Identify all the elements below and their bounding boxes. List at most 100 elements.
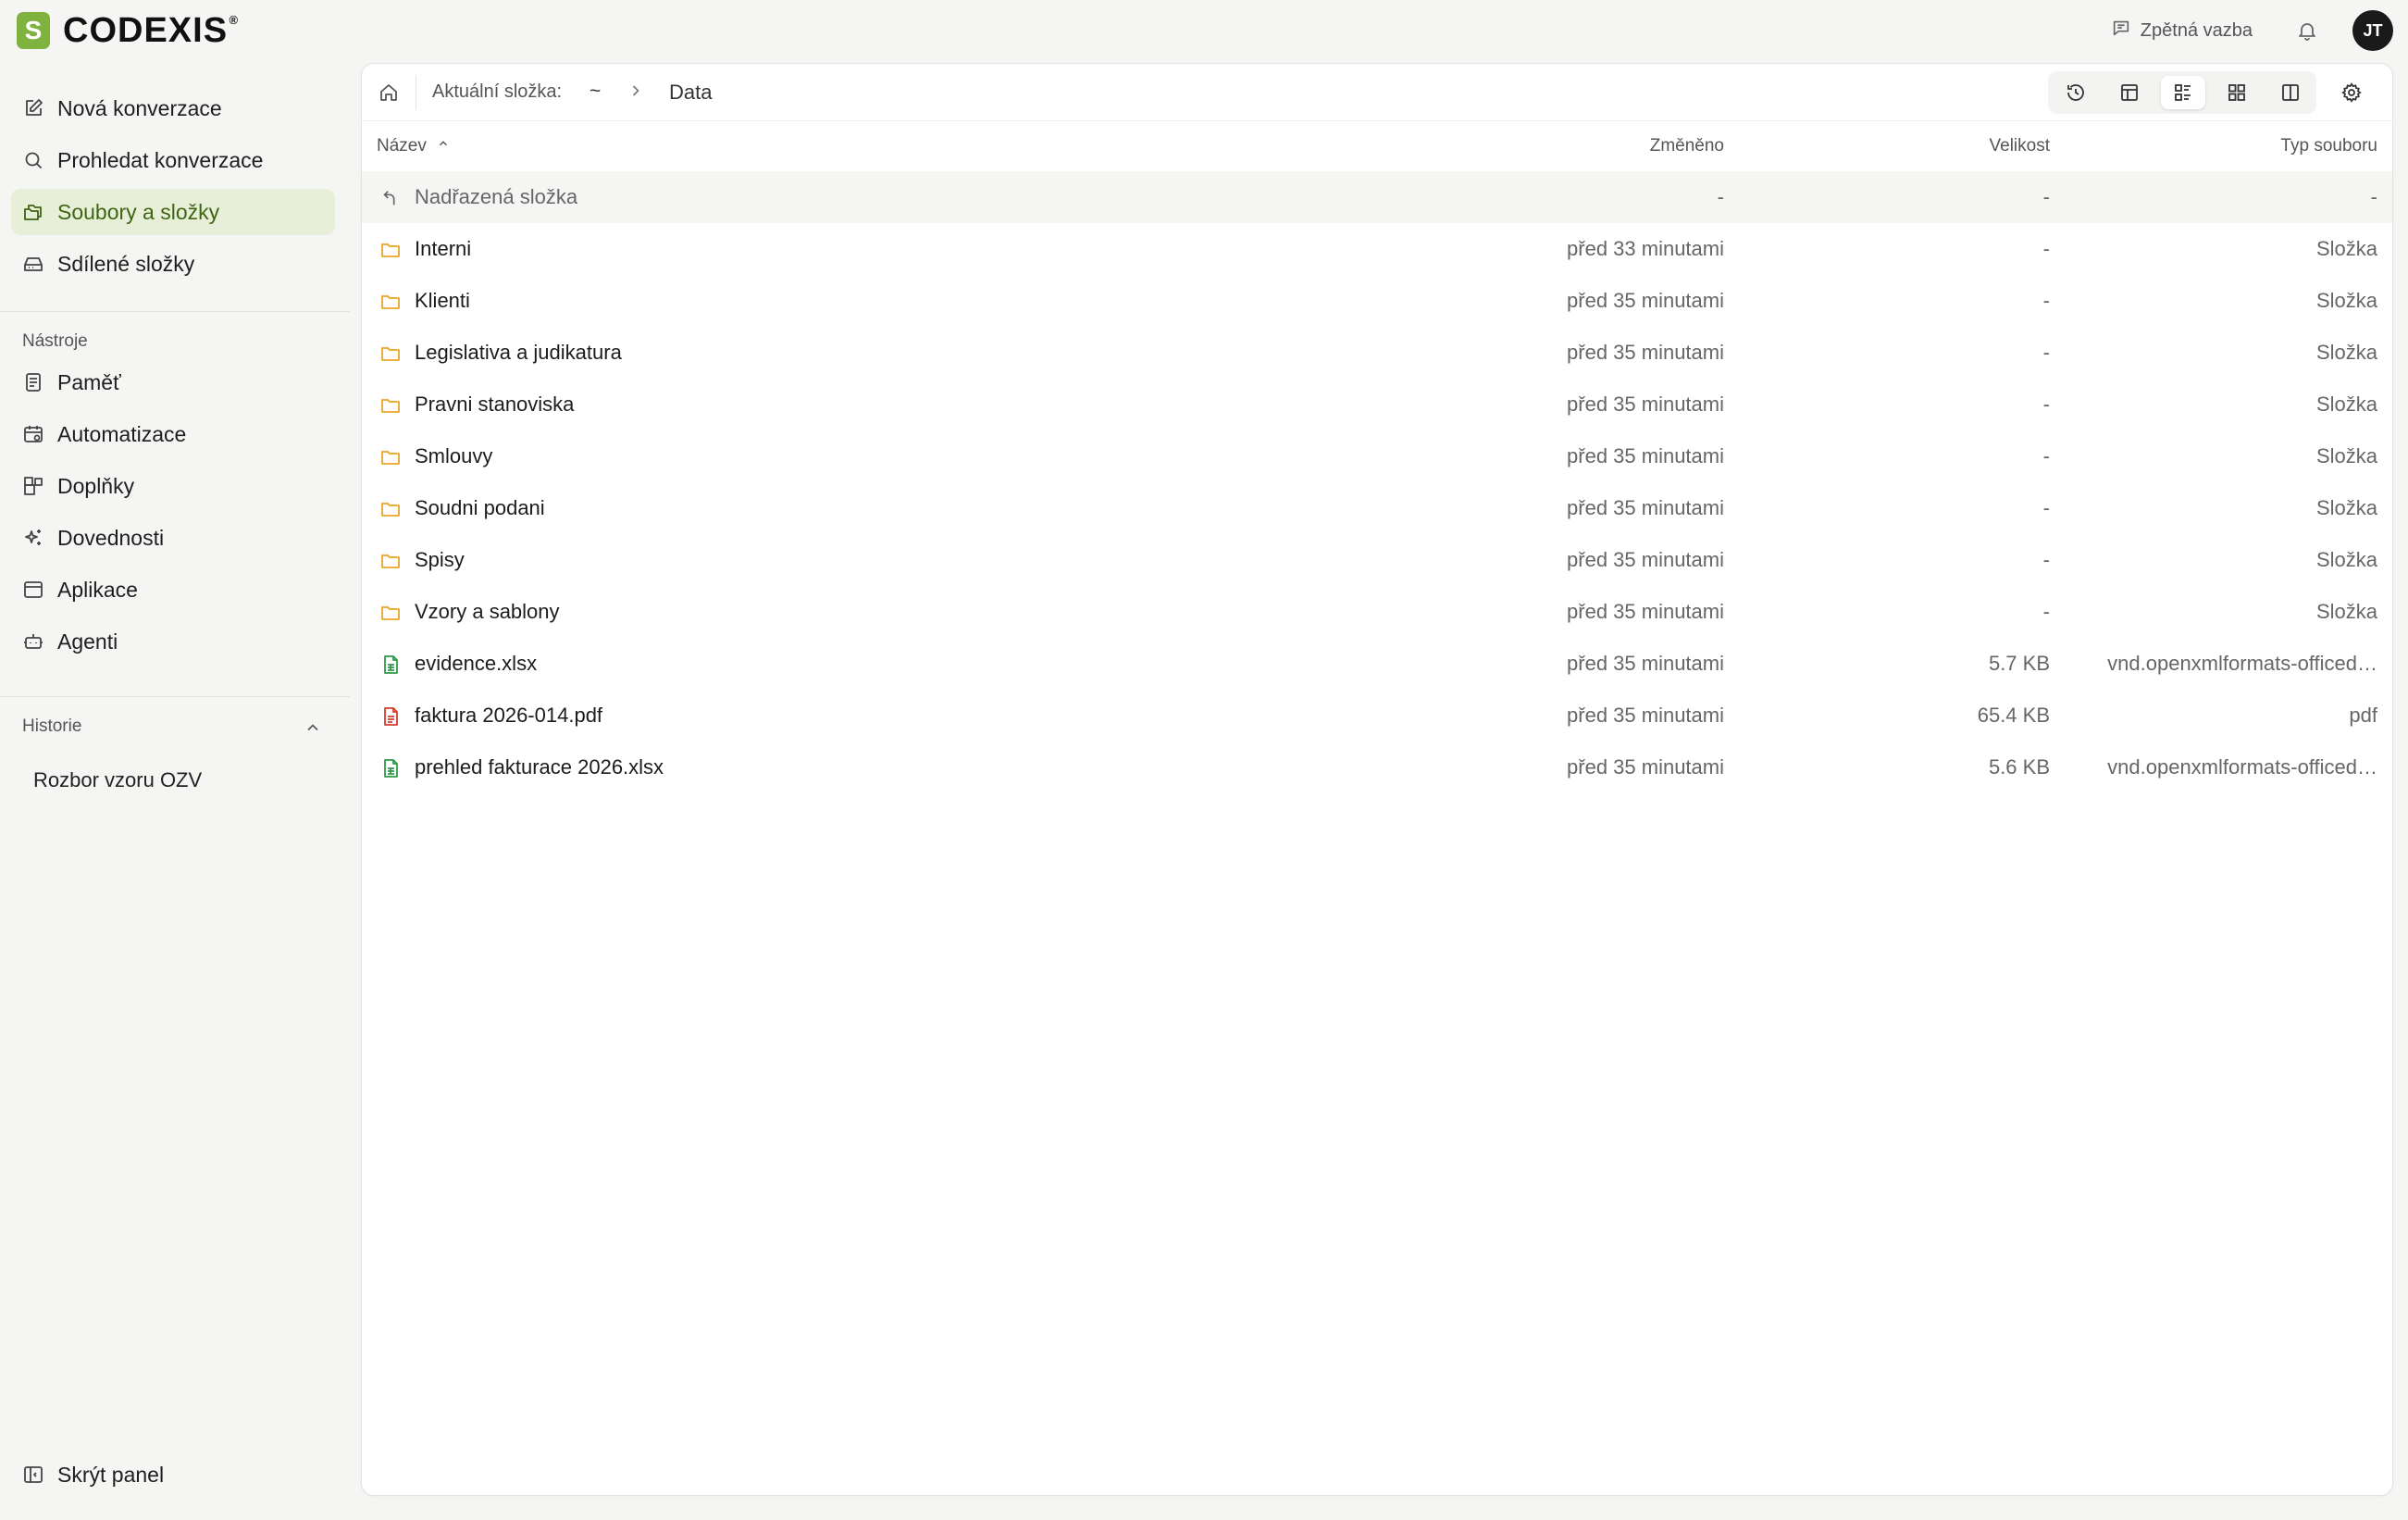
row-size: - (2042, 444, 2050, 467)
calendar-automation-icon (24, 426, 43, 442)
nav-label: Nová konverzace (57, 95, 222, 120)
row-size: - (2042, 341, 2050, 364)
grid-icon (2228, 84, 2245, 101)
folder-row[interactable]: Klienti před 35 minutami - Složka (362, 275, 2392, 327)
user-avatar[interactable]: JT (2352, 10, 2393, 51)
row-name: Smlouvy (415, 444, 493, 467)
nav-search-conversations[interactable]: Prohledat konverzace (11, 137, 335, 183)
message-icon (2111, 18, 2131, 44)
split-view-button[interactable] (2268, 76, 2313, 109)
row-name: Vzory a sablony (415, 600, 560, 623)
hide-panel-label: Skrýt panel (57, 1462, 165, 1487)
file-row[interactable]: faktura 2026-014.pdf před 35 minutami 65.4… (362, 690, 2392, 741)
column-header-name[interactable]: Název (377, 136, 450, 156)
brand-logo[interactable]: S CODEXIS ® (17, 10, 240, 50)
row-modified: před 35 minutami (1567, 652, 1724, 675)
nav-automation[interactable]: Automatizace (11, 411, 335, 457)
folder-icon (379, 549, 403, 573)
row-name: evidence.xlsx (415, 652, 538, 675)
row-modified: před 35 minutami (1567, 548, 1724, 571)
gear-icon (2341, 82, 2362, 103)
folder-icon (379, 393, 403, 417)
drive-icon (24, 257, 43, 271)
detailed-list-view-button[interactable] (2161, 76, 2205, 109)
row-size: - (2042, 185, 2050, 208)
row-size: - (2042, 237, 2050, 260)
table-view-button[interactable] (2107, 76, 2152, 109)
search-icon (25, 152, 43, 169)
row-type: Složka (2315, 444, 2377, 467)
row-type: Složka (2315, 289, 2377, 312)
row-size: 5.6 KB (1988, 755, 2050, 779)
history-item[interactable]: Rozbor vzoru OZV (33, 768, 202, 792)
home-icon (380, 84, 397, 101)
row-size: - (2042, 392, 2050, 416)
row-size: 65.4 KB (1977, 704, 2050, 727)
folder-row[interactable]: Interni před 33 minutami - Složka (362, 223, 2392, 275)
row-modified: před 35 minutami (1567, 704, 1724, 727)
grid-view-button[interactable] (2215, 76, 2259, 109)
row-type: Složka (2315, 341, 2377, 364)
nav-shared-folders[interactable]: Sdílené složky (11, 241, 335, 287)
table-header: Název Změněno Velikost Typ souboru (362, 121, 2392, 171)
nav-memory[interactable]: Paměť (11, 359, 335, 405)
bot-icon (24, 634, 43, 649)
hide-panel-button[interactable]: Skrýt panel (11, 1451, 335, 1498)
column-header-type[interactable]: Typ souboru (2280, 136, 2377, 156)
nav-new-conversation[interactable]: Nová konverzace (11, 85, 335, 131)
row-modified: před 33 minutami (1567, 237, 1724, 260)
brand-name: CODEXIS ® (63, 10, 240, 50)
settings-button[interactable] (2335, 76, 2368, 109)
row-name: Klienti (415, 289, 470, 312)
home-button[interactable] (373, 77, 404, 108)
nav-addons[interactable]: Doplňky (11, 463, 335, 509)
nav-applications[interactable]: Aplikace (11, 567, 335, 613)
history-view-button[interactable] (2054, 76, 2098, 109)
folder-icon (379, 342, 403, 366)
feedback-button[interactable]: Zpětná vazba (2111, 18, 2253, 44)
file-row[interactable]: evidence.xlsx před 35 minutami 5.7 KB vnd.o… (362, 638, 2392, 690)
row-modified: před 35 minutami (1567, 341, 1724, 364)
notifications-bell-icon[interactable] (2293, 17, 2321, 44)
folder-row[interactable]: Vzory a sablony před 35 minutami - Složka (362, 586, 2392, 638)
sidebar-collapse-icon (24, 1466, 43, 1483)
row-type: Složka (2315, 548, 2377, 571)
file-browser-panel: Aktuální složka: ~ Data Název Změněno Ve… (361, 63, 2393, 1496)
nav-label: Automatizace (57, 421, 187, 446)
parent-folder-row[interactable]: Nadřazená složka - - - (362, 171, 2392, 223)
folder-row[interactable]: Spisy před 35 minutami - Složka (362, 534, 2392, 586)
top-bar: S CODEXIS ® Zpětná vazba JT (0, 0, 2408, 61)
row-type: vnd.openxmlformats-officed… (2107, 652, 2377, 675)
breadcrumb-root[interactable]: ~ (590, 81, 601, 103)
folder-row[interactable]: Pravni stanoviska před 35 minutami - Složka (362, 379, 2392, 430)
folder-row[interactable]: Legislativa a judikatura před 35 minutami… (362, 327, 2392, 379)
sidebar-divider (0, 696, 350, 697)
row-size: - (2042, 496, 2050, 519)
column-header-modified[interactable]: Změněno (1650, 136, 1724, 156)
column-header-size[interactable]: Velikost (1990, 136, 2050, 156)
history-collapse-chevron-up-icon[interactable] (298, 713, 328, 742)
row-size: - (2042, 289, 2050, 312)
row-size: - (2042, 548, 2050, 571)
folder-row[interactable]: Smlouvy před 35 minutami - Složka (362, 430, 2392, 482)
nav-agents[interactable]: Agenti (11, 618, 335, 665)
breadcrumb-current[interactable]: Data (669, 81, 712, 105)
folder-row[interactable]: Soudni podani před 35 minutami - Složka (362, 482, 2392, 534)
spreadsheet-file-icon (379, 756, 403, 780)
nav-files-and-folders[interactable]: Soubory a složky (11, 189, 335, 235)
file-row[interactable]: prehled fakturace 2026.xlsx před 35 minut… (362, 741, 2392, 793)
columns-icon (2282, 84, 2299, 101)
row-type: - (2370, 185, 2377, 208)
row-modified: před 35 minutami (1567, 444, 1724, 467)
sparkles-icon (25, 530, 41, 545)
row-size: 5.7 KB (1988, 652, 2050, 675)
view-switcher (2048, 71, 2316, 114)
nav-label: Soubory a složky (57, 199, 220, 224)
row-modified: před 35 minutami (1567, 600, 1724, 623)
memory-icon (26, 373, 41, 392)
row-modified: před 35 minutami (1567, 755, 1724, 779)
row-type: Složka (2315, 600, 2377, 623)
nav-skills[interactable]: Dovednosti (11, 515, 335, 561)
folder-icon (379, 601, 403, 625)
row-type: Složka (2315, 392, 2377, 416)
